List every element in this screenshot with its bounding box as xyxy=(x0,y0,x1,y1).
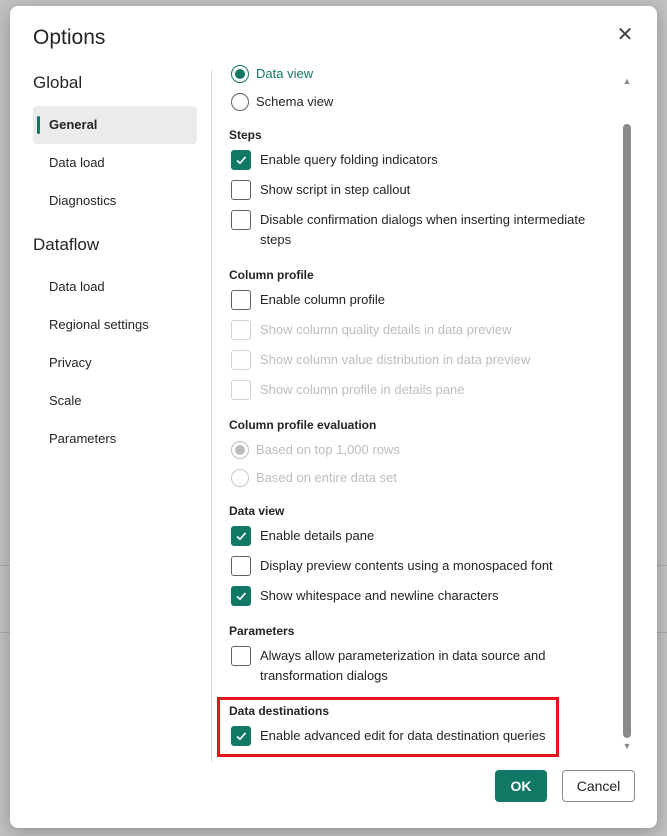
checkbox-icon xyxy=(231,380,251,400)
nav-section-global: Global xyxy=(33,73,83,92)
checkbox-parameterization[interactable]: Always allow parameterization in data so… xyxy=(231,646,571,686)
checkbox-icon xyxy=(231,320,251,340)
checkbox-monospaced-font[interactable]: Display preview contents using a monospa… xyxy=(231,556,553,576)
checkbox-script-callout[interactable]: Show script in step callout xyxy=(231,180,410,200)
nav-item-privacy[interactable]: Privacy xyxy=(33,344,197,382)
nav-item-general[interactable]: General xyxy=(33,106,197,144)
checkbox-label: Always allow parameterization in data so… xyxy=(260,648,546,683)
checkbox-icon[interactable] xyxy=(231,180,251,200)
nav-item-scale[interactable]: Scale xyxy=(33,382,197,420)
checkbox-icon[interactable] xyxy=(231,290,251,310)
group-title-parameters: Parameters xyxy=(229,624,295,638)
ok-button[interactable]: OK xyxy=(495,770,547,802)
radio-label: Schema view xyxy=(256,94,334,109)
checkbox-checked-icon[interactable] xyxy=(231,526,251,546)
group-title-steps: Steps xyxy=(229,128,262,142)
nav-section-dataflow: Dataflow xyxy=(33,235,100,254)
group-title-column-profile: Column profile xyxy=(229,268,314,282)
checkbox-label: Show column quality details in data prev… xyxy=(260,322,512,337)
scroll-up-icon[interactable]: ▲ xyxy=(621,76,633,86)
options-content: Data view Schema view Steps Enable query… xyxy=(229,64,619,764)
checkbox-label: Show column value distribution in data p… xyxy=(260,352,531,367)
radio-icon[interactable] xyxy=(231,93,249,111)
radio-data-view[interactable]: Data view xyxy=(231,64,313,84)
radio-label: Based on entire data set xyxy=(256,470,397,485)
radio-schema-view[interactable]: Schema view xyxy=(231,92,333,112)
radio-selected-icon xyxy=(231,441,249,459)
checkbox-column-distribution: Show column value distribution in data p… xyxy=(231,350,530,370)
nav-item-parameters[interactable]: Parameters xyxy=(33,420,197,458)
radio-icon xyxy=(231,469,249,487)
checkbox-details-pane[interactable]: Enable details pane xyxy=(231,526,374,546)
dialog-title: Options xyxy=(33,26,106,49)
checkbox-label: Enable details pane xyxy=(260,528,375,543)
checkbox-label: Disable confirmation dialogs when insert… xyxy=(260,212,586,247)
options-dialog: Options ✕ Global General Data load Diagn… xyxy=(10,6,657,828)
checkbox-label: Show whitespace and newline characters xyxy=(260,588,499,603)
radio-label: Based on top 1,000 rows xyxy=(256,442,400,457)
scroll-down-icon[interactable]: ▼ xyxy=(621,741,633,751)
checkbox-icon xyxy=(231,350,251,370)
radio-top-1000-rows: Based on top 1,000 rows xyxy=(231,440,400,460)
nav-item-data-load-global[interactable]: Data load xyxy=(33,144,197,182)
group-title-data-view: Data view xyxy=(229,504,285,518)
close-icon[interactable]: ✕ xyxy=(613,23,637,47)
checkbox-label: Enable column profile xyxy=(260,292,386,307)
checkbox-label: Enable query folding indicators xyxy=(260,152,438,167)
checkbox-checked-icon[interactable] xyxy=(231,150,251,170)
nav-item-data-load-dataflow[interactable]: Data load xyxy=(33,268,197,306)
checkbox-column-profile-details: Show column profile in details pane xyxy=(231,380,465,400)
highlight-box xyxy=(217,697,559,757)
group-title-column-profile-evaluation: Column profile evaluation xyxy=(229,418,377,432)
checkbox-whitespace[interactable]: Show whitespace and newline characters xyxy=(231,586,498,606)
scrollbar-thumb[interactable] xyxy=(623,124,631,738)
checkbox-icon[interactable] xyxy=(231,556,251,576)
checkbox-enable-column-profile[interactable]: Enable column profile xyxy=(231,290,385,310)
radio-selected-icon[interactable] xyxy=(231,65,249,83)
checkbox-checked-icon[interactable] xyxy=(231,586,251,606)
checkbox-query-folding[interactable]: Enable query folding indicators xyxy=(231,150,438,170)
radio-label: Data view xyxy=(256,66,314,81)
checkbox-label: Show column profile in details pane xyxy=(260,382,465,397)
checkbox-label: Display preview contents using a monospa… xyxy=(260,558,553,573)
checkbox-disable-confirmation[interactable]: Disable confirmation dialogs when insert… xyxy=(231,210,603,250)
cancel-button[interactable]: Cancel xyxy=(562,770,635,802)
nav-item-diagnostics[interactable]: Diagnostics xyxy=(33,182,197,220)
checkbox-icon[interactable] xyxy=(231,210,251,230)
checkbox-column-quality: Show column quality details in data prev… xyxy=(231,320,511,340)
radio-entire-data-set: Based on entire data set xyxy=(231,468,397,488)
checkbox-icon[interactable] xyxy=(231,646,251,666)
vertical-divider xyxy=(211,71,212,761)
checkbox-label: Show script in step callout xyxy=(260,182,411,197)
nav-item-regional-settings[interactable]: Regional settings xyxy=(33,306,197,344)
